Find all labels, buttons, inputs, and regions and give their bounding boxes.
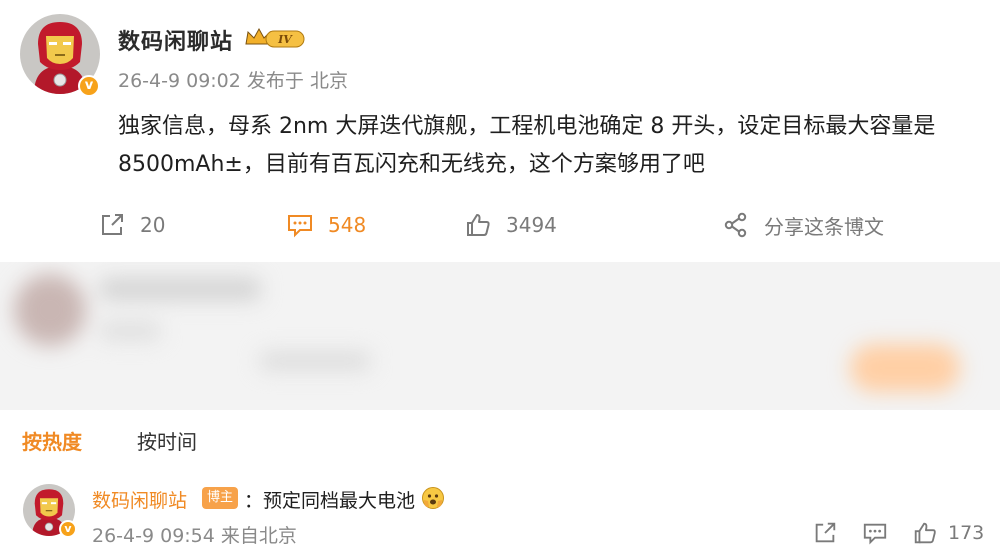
tab-sort-time[interactable]: 按时间 <box>137 426 197 455</box>
author-tag-badge: 博主 <box>202 487 239 509</box>
comment-like-button[interactable]: 173 <box>912 518 984 548</box>
verified-badge: v <box>59 520 77 538</box>
post-author-name[interactable]: 数码闲聊站 <box>118 24 233 56</box>
comment-author-name[interactable]: 数码闲聊站 <box>92 486 187 513</box>
blurred-text <box>260 352 370 370</box>
like-button[interactable]: 3494 <box>464 208 557 242</box>
comment-meta: 26-4-9 09:54 来自北京 <box>92 525 297 547</box>
comment-icon <box>863 523 887 545</box>
comment-reply-button[interactable] <box>862 518 888 548</box>
repost-button[interactable]: 20 <box>98 208 165 242</box>
verified-badge: v <box>78 75 100 97</box>
share-icon <box>102 214 123 235</box>
comment-button[interactable]: 548 <box>286 208 366 242</box>
post-content: 独家信息，母系 2nm 大屏迭代旗舰，工程机电池确定 8 开头，设定目标最大容量… <box>118 114 936 177</box>
share-network-icon <box>724 212 747 238</box>
blurred-text <box>100 322 160 340</box>
comment-like-count: 173 <box>948 522 985 544</box>
like-count: 3494 <box>506 213 557 237</box>
blurred-text <box>100 278 260 300</box>
crown-icon[interactable]: IV <box>244 26 306 50</box>
tab-sort-hot[interactable]: 按热度 <box>22 426 82 455</box>
blurred-button <box>850 344 960 392</box>
share-post-button[interactable]: 分享这条博文 <box>722 208 884 242</box>
blurred-avatar <box>14 274 86 346</box>
like-icon <box>467 214 490 236</box>
repost-count: 20 <box>140 213 166 237</box>
comment-repost-button[interactable] <box>812 518 838 548</box>
share-post-label: 分享这条博文 <box>764 214 884 239</box>
blurred-area <box>0 262 1000 410</box>
comment-icon <box>288 215 312 238</box>
share-icon <box>815 522 836 543</box>
level-badge-text: IV <box>277 33 293 46</box>
post-meta: 26-4-9 09:02 发布于 北京 <box>118 70 348 92</box>
emoji-icon <box>421 486 445 510</box>
comment-count: 548 <box>328 213 367 237</box>
like-icon <box>914 522 936 544</box>
comment-text: ：预定同档最大电池 <box>244 490 416 512</box>
